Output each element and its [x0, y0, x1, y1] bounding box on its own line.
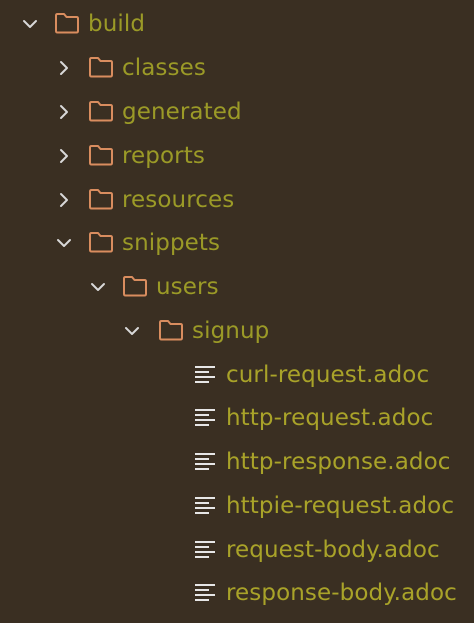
- tree-item-resources[interactable]: resources: [0, 180, 474, 220]
- tree-item-curl-request[interactable]: curl-request.adoc: [0, 355, 474, 395]
- text-file-icon: [195, 584, 215, 601]
- tree-item-build[interactable]: build: [0, 4, 474, 44]
- tree-item-label: response-body.adoc: [226, 580, 457, 606]
- tree-item-label: httpie-request.adoc: [226, 493, 455, 519]
- tree-item-label: signup: [192, 318, 270, 344]
- chevron-down-icon[interactable]: [88, 277, 108, 297]
- tree-item-label: snippets: [122, 230, 221, 256]
- tree-item-label: generated: [122, 99, 242, 125]
- tree-item-label: users: [156, 274, 219, 300]
- tree-item-generated[interactable]: generated: [0, 92, 474, 132]
- chevron-right-icon[interactable]: [54, 58, 74, 78]
- tree-item-label: resources: [122, 187, 235, 213]
- tree-item-signup[interactable]: signup: [0, 311, 474, 351]
- chevron-down-icon[interactable]: [122, 321, 142, 341]
- folder-icon: [123, 276, 147, 297]
- tree-item-label: request-body.adoc: [226, 537, 440, 563]
- tree-item-label: http-request.adoc: [226, 405, 434, 431]
- chevron-right-icon[interactable]: [54, 102, 74, 122]
- chevron-down-icon[interactable]: [20, 14, 40, 34]
- text-file-icon: [195, 497, 215, 514]
- text-file-icon: [195, 453, 215, 470]
- folder-icon: [55, 13, 79, 34]
- tree-item-label: http-response.adoc: [226, 449, 451, 475]
- tree-item-label: classes: [122, 55, 206, 81]
- tree-item-classes[interactable]: classes: [0, 48, 474, 88]
- folder-icon: [89, 232, 113, 253]
- tree-item-label: build: [88, 11, 146, 37]
- chevron-right-icon[interactable]: [54, 190, 74, 210]
- folder-icon: [89, 145, 113, 166]
- project-file-tree: build classes generated reports resource…: [0, 0, 474, 623]
- tree-item-http-request[interactable]: http-request.adoc: [0, 398, 474, 438]
- tree-item-request-body[interactable]: request-body.adoc: [0, 530, 474, 570]
- tree-item-reports[interactable]: reports: [0, 136, 474, 176]
- text-file-icon: [195, 409, 215, 426]
- chevron-right-icon[interactable]: [54, 146, 74, 166]
- tree-item-snippets[interactable]: snippets: [0, 223, 474, 263]
- tree-item-http-response[interactable]: http-response.adoc: [0, 442, 474, 482]
- tree-item-label: curl-request.adoc: [226, 362, 430, 388]
- folder-icon: [89, 189, 113, 210]
- chevron-down-icon[interactable]: [54, 233, 74, 253]
- tree-item-response-body[interactable]: response-body.adoc: [0, 573, 474, 613]
- folder-icon: [159, 320, 183, 341]
- folder-icon: [89, 101, 113, 122]
- tree-item-httpie-request[interactable]: httpie-request.adoc: [0, 486, 474, 526]
- tree-item-users[interactable]: users: [0, 267, 474, 307]
- tree-item-label: reports: [122, 143, 205, 169]
- folder-icon: [89, 57, 113, 78]
- text-file-icon: [195, 541, 215, 558]
- text-file-icon: [195, 366, 215, 383]
